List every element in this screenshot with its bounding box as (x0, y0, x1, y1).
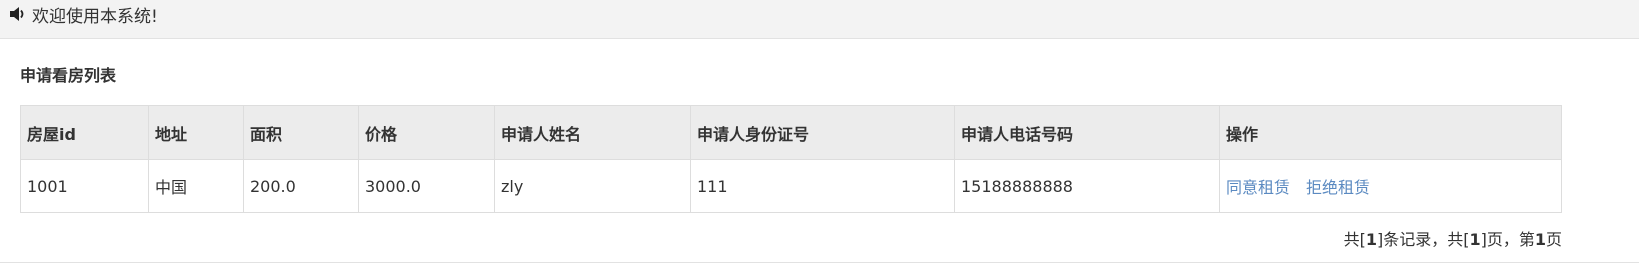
reject-rental-link[interactable]: 拒绝租赁 (1306, 178, 1370, 197)
pager-text: 页 (1545, 230, 1562, 249)
application-table: 房屋id 地址 面积 价格 申请人姓名 申请人身份证号 申请人电话号码 操作 1… (20, 105, 1562, 213)
table-header-row: 房屋id 地址 面积 价格 申请人姓名 申请人身份证号 申请人电话号码 操作 (20, 105, 1562, 160)
pagination-info: 共[1]条记录，共[1]页，第1页 (1344, 226, 1562, 250)
current-page-number: 1 (1534, 230, 1546, 249)
cell-applicant-phone: 15188888888 (954, 159, 1220, 213)
table-row: 1001 中国 200.0 3000.0 zly 111 15188888888… (20, 159, 1562, 213)
cell-price: 3000.0 (358, 159, 495, 213)
pager-text: ]条记录，共[ (1376, 230, 1470, 249)
approve-rental-link[interactable]: 同意租赁 (1226, 178, 1290, 197)
pager-text: ]页，第 (1480, 230, 1535, 249)
divider (0, 262, 1639, 263)
column-header-actions: 操作 (1219, 105, 1562, 160)
speaker-icon (10, 7, 24, 21)
column-header-area: 面积 (243, 105, 359, 160)
top-bar: 欢迎使用本系统! (0, 0, 1639, 39)
column-header-applicant-name: 申请人姓名 (494, 105, 691, 160)
total-records-count: 1 (1365, 230, 1377, 249)
total-pages-count: 1 (1469, 230, 1481, 249)
cell-applicant-id: 111 (690, 159, 955, 213)
cell-actions: 同意租赁 拒绝租赁 (1219, 159, 1562, 213)
column-header-applicant-id: 申请人身份证号 (690, 105, 955, 160)
page-title: 申请看房列表 (20, 66, 117, 85)
column-header-address: 地址 (148, 105, 244, 160)
welcome-message: 欢迎使用本系统! (32, 6, 158, 27)
cell-area: 200.0 (243, 159, 359, 213)
cell-address: 中国 (148, 159, 244, 213)
cell-applicant-name: zly (494, 159, 691, 213)
cell-house-id: 1001 (20, 159, 149, 213)
column-header-house-id: 房屋id (20, 105, 149, 160)
column-header-price: 价格 (358, 105, 495, 160)
pager-text: 共[ (1343, 230, 1366, 249)
column-header-applicant-phone: 申请人电话号码 (954, 105, 1220, 160)
